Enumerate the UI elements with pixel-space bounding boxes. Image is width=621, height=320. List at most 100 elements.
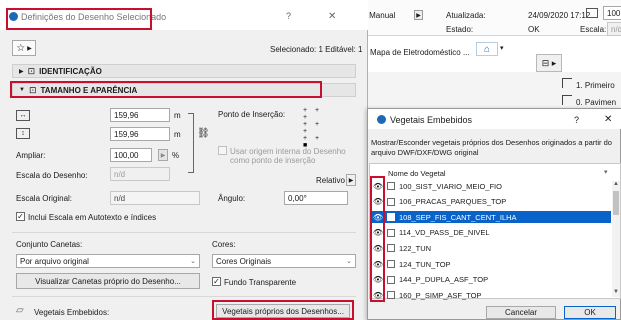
eye-icon[interactable]: 👁 <box>371 227 385 239</box>
link-bracket <box>188 113 194 173</box>
scroll-down-icon[interactable]: ▼ <box>613 289 619 295</box>
bg-tree-item-2[interactable]: 0. Pavimen <box>576 98 616 107</box>
favorites-button[interactable]: ☆ ▶ <box>12 40 36 56</box>
conjunto-canetas-label: Conjunto Canetas: <box>16 240 83 249</box>
width-icon: ↔ <box>16 110 30 121</box>
scroll-up-icon[interactable]: ▲ <box>613 181 619 187</box>
layer-checkbox[interactable] <box>387 228 395 237</box>
ampliar-arrow-icon[interactable]: ▶ <box>158 149 168 161</box>
ponto-insercao-label: Ponto de Inserção: <box>218 110 286 119</box>
veg-list-item[interactable]: 👁 122_TUN <box>371 242 611 254</box>
height-icon: ↕ <box>16 128 30 139</box>
eye-icon[interactable]: 👁 <box>371 196 385 208</box>
relativo-label: Relativo <box>316 176 345 185</box>
bg-zoom-input[interactable]: 100,00 <box>603 6 621 20</box>
escala-desenho-label: Escala do Desenho: <box>16 171 88 180</box>
ampliar-unit: % <box>172 151 180 160</box>
eye-icon[interactable]: 👁 <box>371 242 385 254</box>
veg-list-item[interactable]: 👁 144_P_DUPLA_ASF_TOP <box>371 274 611 286</box>
width-unit: m <box>174 111 181 120</box>
layer-checkbox[interactable] <box>387 213 395 222</box>
incluir-escala-checkbox[interactable]: ✓ <box>16 212 25 221</box>
height-input[interactable]: 159,96 <box>110 127 170 141</box>
veg-ok-button[interactable]: OK <box>564 306 616 319</box>
section-identificacao[interactable]: ▶ ⊡ IDENTIFICAÇÃO <box>12 64 356 78</box>
vegetais-embebidos-label: Vegetais Embebidos: <box>34 308 110 317</box>
main-help-icon[interactable]: ? <box>286 11 291 21</box>
bg-house-icon[interactable]: ⌂ <box>476 42 498 56</box>
bg-estado-label: Estado: <box>446 25 474 34</box>
bg-tree-button[interactable]: ⊟ ▸ <box>536 54 562 72</box>
eye-icon[interactable]: 👁 <box>371 258 385 270</box>
ampliar-label: Ampliar: <box>16 151 46 160</box>
veg-list-item-label: 144_P_DUPLA_ASF_TOP <box>399 275 489 285</box>
scroll-thumb[interactable] <box>613 191 619 215</box>
bg-escala-input[interactable]: n/d <box>607 22 621 36</box>
veg-list-item[interactable]: 👁 124_TUN_TOP <box>371 258 611 270</box>
bg-dropdown-arrow-icon[interactable]: ▾ <box>500 44 504 52</box>
veg-list-item-label: 108_SEP_FIS_CANT_CENT_ILHA <box>399 212 517 222</box>
layer-checkbox[interactable] <box>387 197 395 206</box>
bg-tab-arrow-icon[interactable]: ▶ <box>414 10 423 20</box>
veg-dialog-title: Vegetais Embebidos <box>390 115 473 125</box>
usar-origem-label-1: Usar origem interna do Desenho <box>230 147 346 156</box>
bg-escala-label: Escala: <box>580 25 607 34</box>
fundo-transparente-label: Fundo Transparente <box>224 278 297 287</box>
width-input[interactable]: 159,96 <box>110 108 170 122</box>
ampliar-input[interactable]: 100,00 <box>110 148 152 162</box>
sort-arrow-icon[interactable]: ▾ <box>604 168 608 176</box>
section-tamanho[interactable]: ▼ ⊡ TAMANHO E APARÊNCIA <box>12 83 356 97</box>
bg-tree-item-1[interactable]: 1. Primeiro <box>576 81 615 90</box>
eye-icon[interactable]: 👁 <box>371 289 385 301</box>
divider <box>12 232 356 233</box>
visualizar-canetas-button[interactable]: Visualizar Canetas próprio do Desenho... <box>16 273 200 289</box>
veg-list-item[interactable]: 👁 114_VD_PASS_DE_NIVEL <box>371 227 611 239</box>
bg-tree-page-icon <box>562 78 572 88</box>
layer-checkbox[interactable] <box>387 182 395 190</box>
chain-link-icon[interactable]: ⛓ <box>197 128 210 139</box>
section-id-icon: ⊡ <box>27 65 36 76</box>
app-logo-icon <box>377 115 386 124</box>
veg-description-2: arquivo DWF/DXF/DWG original <box>371 148 479 157</box>
divider <box>12 296 356 297</box>
chevron-down-icon: ▼ <box>19 87 25 93</box>
bg-tree-page-icon-2 <box>562 95 572 105</box>
angulo-label: Ângulo: <box>218 194 246 203</box>
veg-close-icon[interactable]: ✕ <box>604 114 612 125</box>
veg-list-item[interactable]: 👁 106_PRACAS_PARQUES_TOP <box>371 196 611 208</box>
conjunto-canetas-select[interactable]: Por arquivo original ⌄ <box>16 254 200 268</box>
chevron-right-icon: ▶ <box>27 45 32 52</box>
cores-select[interactable]: Cores Originais ⌄ <box>212 254 356 268</box>
anchor-point-grid[interactable]: + + + + + + + + ■ <box>303 107 329 149</box>
veg-list-item-label: 100_SIST_VIARIO_MEIO_FIO <box>399 181 502 191</box>
veg-list-item[interactable]: 👁 160_P_SIMP_ASF_TOP <box>371 289 611 301</box>
veg-help-icon[interactable]: ? <box>574 115 579 125</box>
layer-checkbox[interactable] <box>387 275 395 284</box>
main-close-icon[interactable]: ✕ <box>328 11 336 22</box>
veg-list-item[interactable]: 👁 108_SEP_FIS_CANT_CENT_ILHA <box>371 211 611 224</box>
app-logo-icon <box>9 12 18 21</box>
eye-icon[interactable]: 👁 <box>371 211 385 223</box>
main-dialog-title: Definições do Desenho Selecionado <box>21 12 167 22</box>
veg-cancel-button[interactable]: Cancelar <box>486 306 556 319</box>
layer-checkbox[interactable] <box>387 291 395 300</box>
veg-list-item[interactable]: 👁 100_SIST_VIARIO_MEIO_FIO <box>371 180 611 192</box>
bg-view-icon[interactable] <box>586 8 598 18</box>
layers-icon: ▱ <box>16 305 24 316</box>
layer-checkbox[interactable] <box>387 260 395 268</box>
incluir-escala-label: Inclui Escala em Autotexto e índices <box>28 213 157 222</box>
relativo-arrow-icon[interactable]: ▶ <box>346 174 356 186</box>
eye-icon[interactable]: 👁 <box>371 180 385 192</box>
height-unit: m <box>174 130 181 139</box>
chevron-down-icon: ⌄ <box>190 258 196 265</box>
fundo-transparente-checkbox[interactable]: ✓ <box>212 277 221 286</box>
eye-icon[interactable]: 👁 <box>371 274 385 286</box>
veg-column-header[interactable]: Nome do Vegetal <box>388 169 446 178</box>
usar-origem-checkbox[interactable] <box>218 146 227 155</box>
veg-list-item-label: 124_TUN_TOP <box>399 259 451 269</box>
escala-desenho-input[interactable]: n/d <box>110 167 170 181</box>
layer-checkbox[interactable] <box>387 244 395 253</box>
vegetais-proprios-button[interactable]: Vegetais próprios dos Desenhos... <box>216 304 350 318</box>
angulo-input[interactable]: 0,00° <box>284 191 348 205</box>
star-icon: ☆ <box>16 42 26 54</box>
